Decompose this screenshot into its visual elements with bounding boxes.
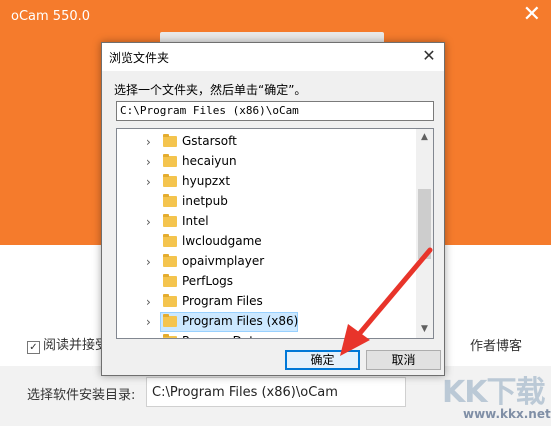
scroll-thumb[interactable] [418,189,431,259]
folder-label: Program Files (x86) [182,314,299,328]
folder-icon [163,194,177,207]
installer-title: oCam 550.0 [11,9,91,24]
folder-label: Program Files [182,294,263,308]
folder-tree-item[interactable]: › opaivmplayer [117,252,417,272]
folder-icon [163,294,177,307]
watermark-logo: KK下载 [442,375,545,410]
folder-label: PerfLogs [182,274,234,288]
folder-icon [163,134,177,147]
folder-tree-item[interactable]: › hecaiyun [117,152,417,172]
folder-icon [163,214,177,227]
ok-button[interactable]: 确定 [285,350,360,370]
chevron-right-icon[interactable]: › [146,136,156,148]
author-blog-link[interactable]: 作者博客 [470,335,522,354]
folder-label: ProgramData [182,334,261,338]
tree-scrollbar[interactable]: ▲ ▼ [416,129,433,338]
dialog-title: 浏览文件夹 [109,51,170,65]
check-icon: ✓ [27,341,40,354]
chevron-right-icon[interactable]: › [146,216,156,228]
folder-tree-item[interactable]: › hyupzxt [117,172,417,192]
folder-icon [163,154,177,167]
folder-icon [163,174,177,187]
folder-label: hecaiyun [182,154,237,168]
folder-icon [163,234,177,247]
folder-tree-item[interactable]: › Program Files (x86) [117,312,417,332]
folder-icon [163,274,177,287]
installer-close-icon[interactable]: ✕ [523,4,541,26]
install-dir-input[interactable]: C:\Program Files (x86)\oCam [146,377,406,407]
chevron-right-icon[interactable]: › [146,296,156,308]
folder-icon [163,334,177,338]
agree-label: 阅读并接受 [43,338,109,353]
folder-tree-item[interactable]: PerfLogs [117,272,417,292]
folder-tree-item[interactable]: › Program Files [117,292,417,312]
dialog-prompt: 选择一个文件夹，然后单击“确定”。 [114,83,307,97]
folder-tree-item[interactable]: lwcloudgame [117,232,417,252]
folder-icon [163,254,177,267]
dialog-titlebar: 浏览文件夹 ✕ [102,43,444,71]
folder-label: Intel [182,214,209,228]
folder-tree-item[interactable]: › Intel [117,212,417,232]
folder-label: lwcloudgame [182,234,262,248]
install-dir-label: 选择软件安装目录: [27,388,136,403]
chevron-right-icon[interactable]: › [146,156,156,168]
folder-label: opaivmplayer [182,254,265,268]
chevron-right-icon[interactable]: › [146,176,156,188]
scroll-up-icon[interactable]: ▲ [416,129,433,146]
chevron-right-icon[interactable]: › [146,256,156,268]
folder-tree[interactable]: › Gstarsoft › hecaiyun › hyupzxt inetpub › Intel… [116,128,434,339]
watermark-url: www.kkx.net [463,407,551,421]
folder-tree-item[interactable]: › ProgramData [117,332,417,338]
folder-label: inetpub [182,194,228,208]
dialog-close-icon[interactable]: ✕ [414,43,444,71]
folder-label: Gstarsoft [182,134,237,148]
chevron-right-icon[interactable]: › [146,336,156,338]
folder-icon [163,314,177,327]
cancel-button[interactable]: 取消 [366,350,441,370]
browse-folder-dialog: 浏览文件夹 ✕ 选择一个文件夹，然后单击“确定”。 C:\Program Fil… [101,42,445,376]
folder-tree-item[interactable]: inetpub [117,192,417,212]
folder-path-field[interactable]: C:\Program Files (x86)\oCam [116,101,434,121]
chevron-right-icon[interactable]: › [146,316,156,328]
scroll-down-icon[interactable]: ▼ [416,321,433,338]
folder-label: hyupzxt [182,174,231,188]
folder-tree-item[interactable]: › Gstarsoft [117,132,417,152]
agree-checkbox[interactable]: ✓ 阅读并接受 [27,334,108,354]
